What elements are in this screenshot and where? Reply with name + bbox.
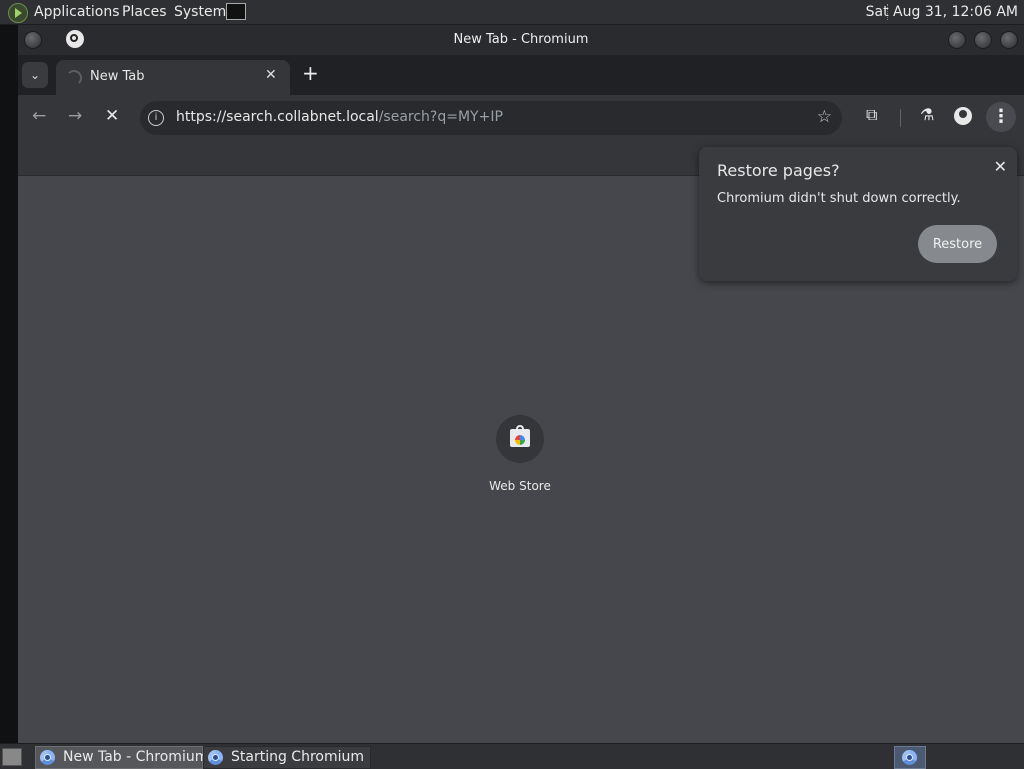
taskbar-item-starting-chromium[interactable]: Starting Chromium [203,746,371,769]
extensions-puzzle-icon[interactable]: ⧉ [866,105,877,125]
url-host: https://search.collabnet.local [176,109,379,125]
web-store-icon [510,425,530,447]
terminal-launcher-icon[interactable] [226,3,246,20]
web-store-label[interactable]: Web Store [470,479,570,493]
url-path: /search?q=MY+IP [378,109,503,125]
tab-search-button[interactable]: ⌄ [22,62,48,88]
browser-window: New Tab - Chromium ⌄ New Tab ✕ + ← → ✕ i… [18,25,1024,743]
site-info-icon[interactable]: i [148,110,164,126]
top-panel: Applications Places System Sat Aug 31, 1… [0,0,1024,25]
chromium-icon [40,750,55,765]
minimize-button[interactable] [948,31,966,49]
chromium-icon [208,750,223,765]
loading-spinner-icon [66,70,82,86]
maximize-button[interactable] [974,31,992,49]
clock[interactable]: Sat Aug 31, 12:06 AM [866,4,1018,20]
window-titlebar[interactable]: New Tab - Chromium [18,25,1024,55]
restore-button[interactable]: Restore [918,225,997,263]
taskbar-item-new-tab-chromium[interactable]: New Tab - Chromium [35,746,208,769]
toolbar-separator [900,109,901,127]
address-bar[interactable]: i https://search.collabnet.local/search?… [140,101,842,135]
browser-toolbar: ← → ✕ i https://search.collabnet.local/s… [18,95,1024,140]
bubble-message: Chromium didn't shut down correctly. [717,191,961,206]
web-store-shortcut[interactable] [496,415,544,463]
profile-avatar-icon[interactable] [954,107,972,125]
labs-flask-icon[interactable]: ⚗ [920,105,934,124]
taskbar: New Tab - Chromium Starting Chromium [0,743,1024,769]
tray-chromium-button[interactable] [894,746,926,769]
chevron-down-icon: ⌄ [29,68,41,82]
chrome-menu-button[interactable]: ⋮ [986,102,1016,132]
system-logo-icon[interactable] [8,3,28,23]
system-menu[interactable]: System [174,4,226,20]
show-desktop-icon[interactable] [2,748,22,766]
places-menu[interactable]: Places [122,4,167,20]
tab-close-icon[interactable]: ✕ [265,67,277,83]
forward-button[interactable]: → [68,106,82,126]
new-tab-button[interactable]: + [302,61,319,85]
window-title: New Tab - Chromium [453,32,589,47]
applications-menu[interactable]: Applications [34,4,120,20]
taskbar-item-label: New Tab - Chromium [63,749,209,765]
tab-new-tab[interactable]: New Tab ✕ [56,60,290,95]
bubble-title: Restore pages? [717,161,840,180]
restore-pages-bubble: Restore pages? ✕ Chromium didn't shut do… [699,147,1017,281]
chromium-icon [902,750,917,765]
stop-loading-button[interactable]: ✕ [105,106,119,126]
back-button[interactable]: ← [32,106,46,126]
url-text[interactable]: https://search.collabnet.local/search?q=… [176,109,503,125]
taskbar-item-label: Starting Chromium [231,749,364,765]
close-icon[interactable]: ✕ [994,157,1007,176]
desktop-edge [0,25,18,743]
bookmark-star-icon[interactable]: ☆ [817,107,832,127]
close-window-button[interactable] [1000,31,1018,49]
tab-strip: ⌄ New Tab ✕ + [18,55,1024,95]
tab-title: New Tab [90,69,145,84]
